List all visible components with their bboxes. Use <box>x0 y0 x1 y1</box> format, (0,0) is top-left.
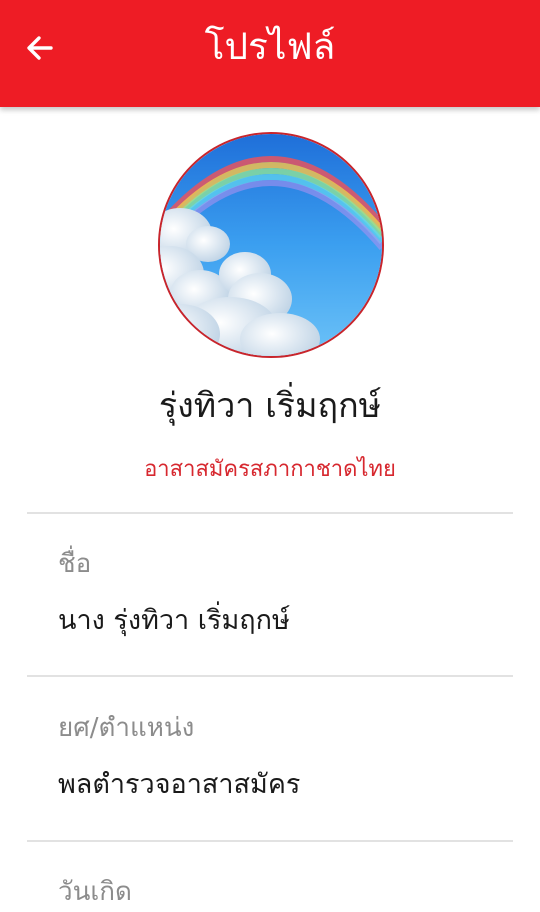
profile-name: รุ่งทิวา เริ่มฤกษ์ <box>158 386 382 426</box>
field-value-rank: พลตำรวจอาสาสมัคร <box>58 769 301 800</box>
app-bar: โปรไฟล์ <box>0 0 540 107</box>
profile-organization: อาสาสมัครสภากาชาดไทย <box>144 457 396 482</box>
profile-screen: โปรไฟล์ รุ่งทิวา เริ่มฤกษ์ อาสาสมัครสภาก… <box>0 0 540 912</box>
divider <box>27 512 513 514</box>
field-label-name: ชื่อ <box>58 549 92 579</box>
divider <box>27 675 513 677</box>
rainbow-sky-photo <box>160 134 382 356</box>
field-label-rank: ยศ/ตำแหน่ง <box>58 713 195 743</box>
divider <box>27 840 513 842</box>
page-title: โปรไฟล์ <box>204 25 336 68</box>
field-value-name: นาง รุ่งทิวา เริ่มฤกษ์ <box>58 605 290 636</box>
field-label-birthdate: วันเกิด <box>58 877 132 907</box>
avatar[interactable] <box>158 132 384 358</box>
